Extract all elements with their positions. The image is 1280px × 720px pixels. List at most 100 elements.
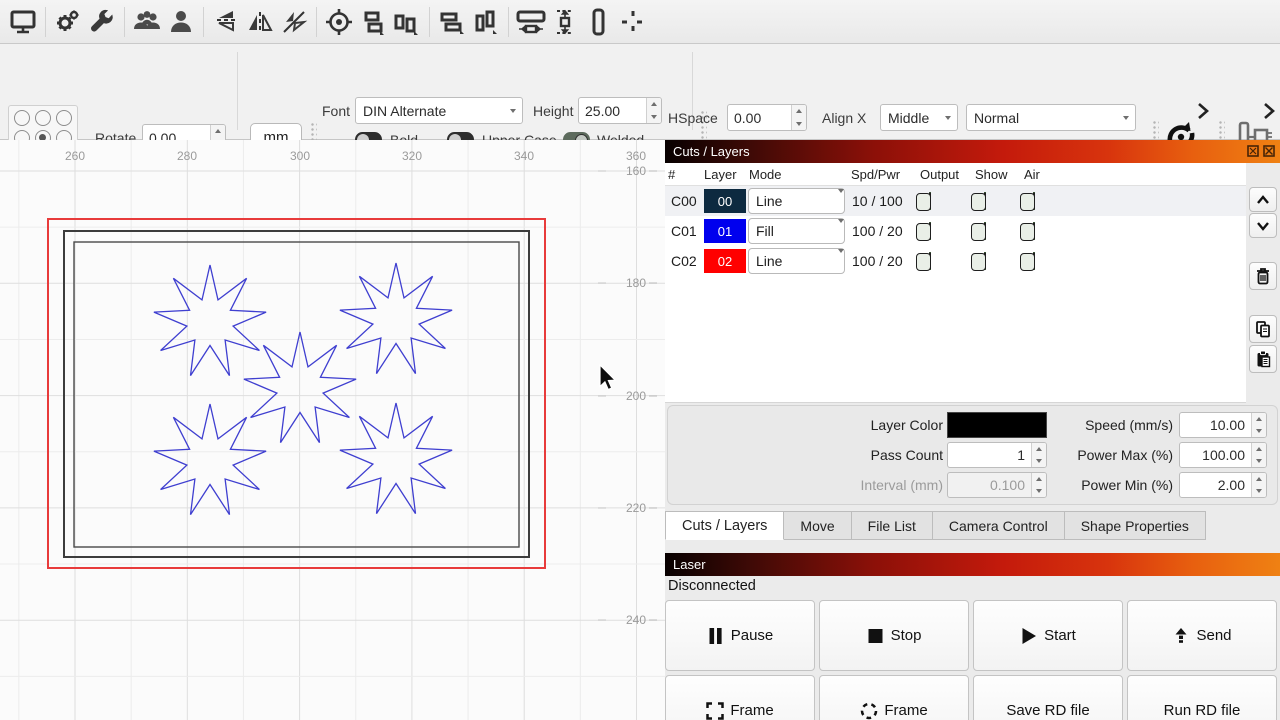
workspace-canvas[interactable]: 260280300320340360160180200220240: [0, 140, 665, 720]
resize-width-icon[interactable]: [514, 5, 548, 39]
layer-id: C00: [665, 193, 701, 209]
move-layer-up-button[interactable]: [1249, 187, 1277, 212]
font-combobox[interactable]: DIN Alternate: [355, 97, 523, 124]
align-stack-horizontal-icon[interactable]: [390, 5, 424, 39]
frame-button[interactable]: Frame: [665, 675, 815, 720]
snap-cross-icon[interactable]: [616, 5, 650, 39]
tab-file-list[interactable]: File List: [852, 511, 933, 540]
text-height-spinner[interactable]: 25.00: [578, 97, 662, 124]
frame-button[interactable]: Frame: [819, 675, 969, 720]
chevron-down-icon[interactable]: [939, 105, 957, 130]
focus-target-icon[interactable]: [322, 5, 356, 39]
user-icon[interactable]: [164, 5, 198, 39]
run-rd-file-button[interactable]: Run RD file: [1127, 675, 1277, 720]
font-value[interactable]: DIN Alternate: [356, 103, 504, 119]
layer-mode-dropdown[interactable]: Line: [748, 248, 845, 274]
chevron-down-icon[interactable]: [504, 98, 522, 123]
align-x-combobox[interactable]: Middle: [880, 104, 958, 131]
layer-color-chip[interactable]: 01: [704, 219, 746, 243]
text-style-value[interactable]: Normal: [967, 110, 1117, 126]
save-rd-file-button[interactable]: Save RD file: [973, 675, 1123, 720]
chevron-down-icon[interactable]: [1117, 105, 1135, 130]
flip-horizontal-icon[interactable]: [243, 5, 277, 39]
float-window-icon[interactable]: [1247, 145, 1259, 157]
resize-height-icon[interactable]: [548, 5, 582, 39]
chevron-down-icon[interactable]: [838, 253, 844, 269]
copy-layer-button[interactable]: [1249, 315, 1277, 343]
show-toggle[interactable]: [984, 252, 986, 270]
black-inner-rect[interactable]: [74, 242, 519, 547]
layer-mode-value[interactable]: Line: [749, 253, 838, 269]
anchor-top-left[interactable]: [14, 110, 30, 126]
output-toggle[interactable]: [929, 192, 931, 210]
chevron-down-icon[interactable]: [838, 193, 844, 209]
speed-spinner[interactable]: 10.00: [1179, 412, 1267, 438]
layer-row[interactable]: C02 02 Line 100 / 20: [665, 246, 1246, 276]
speed-value[interactable]: 10.00: [1180, 413, 1251, 437]
delete-layer-button[interactable]: [1249, 262, 1277, 290]
interval-label: Interval (mm): [778, 477, 943, 493]
power-min-value[interactable]: 2.00: [1180, 473, 1251, 497]
power-max-value[interactable]: 100.00: [1180, 443, 1251, 467]
tab-shape-properties[interactable]: Shape Properties: [1065, 511, 1206, 540]
ruler-label: 320: [402, 149, 422, 163]
align-x-value[interactable]: Middle: [881, 110, 939, 126]
distribute-horizontal-icon[interactable]: [435, 5, 469, 39]
ruler-label: 360: [626, 149, 646, 163]
chevron-down-icon[interactable]: [838, 223, 844, 239]
layer-mode-dropdown[interactable]: Fill: [748, 218, 845, 244]
close-window-icon[interactable]: [1263, 145, 1275, 157]
layer-mode-dropdown[interactable]: Line: [748, 188, 845, 214]
star-shape[interactable]: [340, 263, 452, 374]
star-shape[interactable]: [154, 404, 266, 515]
align-stack-vertical-icon[interactable]: [356, 5, 390, 39]
tools-wrench-icon[interactable]: [85, 5, 119, 39]
canvas-svg: 260280300320340360160180200220240: [0, 140, 665, 720]
show-toggle[interactable]: [984, 192, 986, 210]
layer-mode-value[interactable]: Line: [749, 193, 838, 209]
pause-button[interactable]: Pause: [665, 600, 815, 671]
ruler-label: 300: [290, 149, 310, 163]
air-toggle[interactable]: [1033, 192, 1035, 210]
user-group-icon[interactable]: [130, 5, 164, 39]
star-shape[interactable]: [154, 265, 266, 376]
paste-layer-button[interactable]: [1249, 345, 1277, 373]
hspace-value[interactable]: 0.00: [728, 105, 791, 130]
anchor-top-center[interactable]: [35, 110, 51, 126]
layer-mode-value[interactable]: Fill: [749, 223, 838, 239]
text-style-combobox[interactable]: Normal: [966, 104, 1136, 131]
layer-color-chip[interactable]: 02: [704, 249, 746, 273]
device-settings-gear-icon[interactable]: [51, 5, 85, 39]
mirror-diagonal-icon[interactable]: [277, 5, 311, 39]
power-min-spinner[interactable]: 2.00: [1179, 472, 1267, 498]
flip-vertical-icon[interactable]: [209, 5, 243, 39]
air-toggle[interactable]: [1033, 222, 1035, 240]
display-settings-icon[interactable]: [6, 5, 40, 39]
distribute-vertical-icon[interactable]: [469, 5, 503, 39]
red-frame-rect[interactable]: [48, 219, 545, 568]
show-toggle[interactable]: [984, 222, 986, 240]
output-toggle[interactable]: [929, 222, 931, 240]
scale-bar-icon[interactable]: [582, 5, 616, 39]
height-value[interactable]: 25.00: [579, 98, 646, 123]
layer-row[interactable]: C01 01 Fill 100 / 20: [665, 216, 1246, 246]
layer-settings-group: Layer Color Speed (mm/s) 10.00 Pass Coun…: [667, 405, 1278, 505]
layer-color-chip[interactable]: 00: [704, 189, 746, 213]
star-shape[interactable]: [340, 403, 452, 514]
tab-camera-control[interactable]: Camera Control: [933, 511, 1065, 540]
laser-titlebar[interactable]: Laser: [665, 553, 1280, 576]
start-button[interactable]: Start: [973, 600, 1123, 671]
move-layer-down-button[interactable]: [1249, 213, 1277, 238]
anchor-top-right[interactable]: [56, 110, 72, 126]
power-max-spinner[interactable]: 100.00: [1179, 442, 1267, 468]
air-toggle[interactable]: [1033, 252, 1035, 270]
hspace-spinner[interactable]: 0.00: [727, 104, 807, 131]
tab-move[interactable]: Move: [784, 511, 851, 540]
send-button[interactable]: Send: [1127, 600, 1277, 671]
layer-row[interactable]: C00 00 Line 10 / 100: [665, 186, 1246, 216]
tab-cuts-layers[interactable]: Cuts / Layers: [665, 511, 784, 540]
toolbar-separator: [316, 7, 317, 37]
cuts-layers-titlebar[interactable]: Cuts / Layers: [665, 140, 1280, 163]
stop-button[interactable]: Stop: [819, 600, 969, 671]
output-toggle[interactable]: [929, 252, 931, 270]
